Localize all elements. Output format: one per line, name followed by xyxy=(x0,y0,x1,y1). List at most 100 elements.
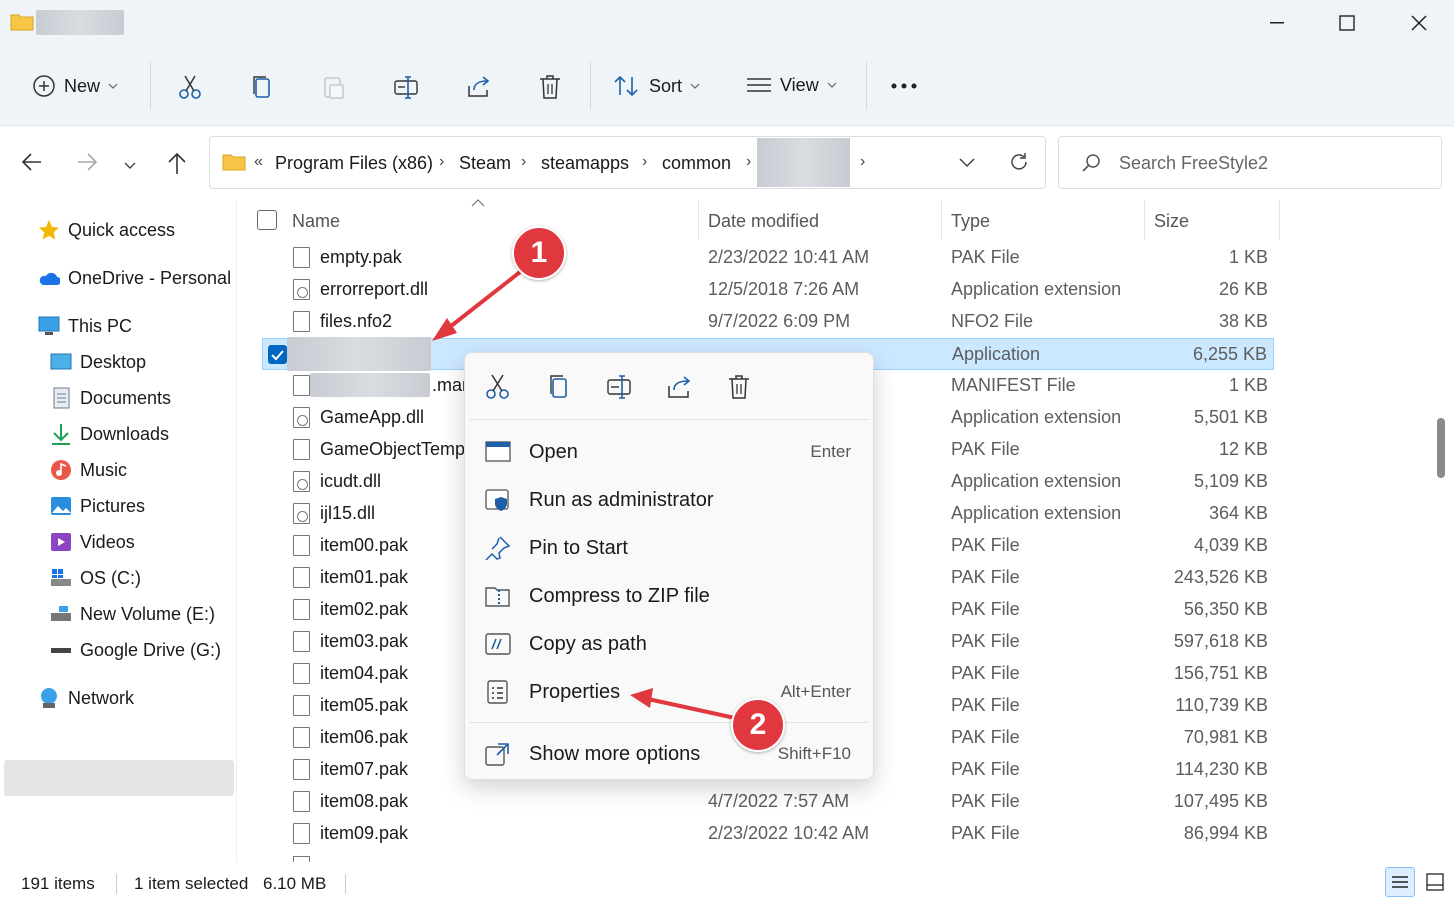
breadcrumb-separator: › xyxy=(746,153,752,170)
file-size: 56,350 KB xyxy=(1183,599,1268,619)
breadcrumb-overflow[interactable]: « xyxy=(254,153,263,171)
cut-button[interactable] xyxy=(178,74,202,100)
breadcrumb-redacted[interactable] xyxy=(757,138,850,187)
breadcrumb-steamapps[interactable]: steamapps xyxy=(541,153,629,174)
nav-music[interactable]: Music xyxy=(50,459,127,481)
menu-item-show-more-options[interactable]: Show more options Shift+F10 xyxy=(485,732,855,776)
menu-delete-button[interactable] xyxy=(727,373,751,406)
sort-button[interactable]: Sort xyxy=(613,74,700,98)
nav-pictures[interactable]: Pictures xyxy=(50,495,145,517)
nav-documents[interactable]: Documents xyxy=(50,387,171,409)
file-icon xyxy=(293,631,310,652)
trash-icon xyxy=(540,75,560,99)
share-button[interactable] xyxy=(466,74,492,100)
nav-new-volume[interactable]: New Volume (E:) xyxy=(50,603,215,625)
table-row[interactable]: item09.pak 2/23/2022 10:42 AM PAK File 86,9… xyxy=(262,818,1274,850)
menu-item-pin-to-start[interactable]: Pin to Start xyxy=(485,526,855,570)
menu-item-compress-zip[interactable]: Compress to ZIP file xyxy=(485,574,855,618)
file-icon xyxy=(293,823,310,844)
command-bar: New Sort View xyxy=(0,46,1454,126)
file-name: item04.pak xyxy=(320,663,409,683)
column-header-name[interactable]: Name xyxy=(292,200,692,240)
vertical-scrollbar[interactable] xyxy=(1435,200,1447,862)
nav-this-pc[interactable]: This PC xyxy=(38,315,132,337)
menu-rename-button[interactable] xyxy=(606,373,634,406)
column-header-size[interactable]: Size xyxy=(1154,200,1274,240)
breadcrumb-program-files[interactable]: Program Files (x86) xyxy=(275,153,433,174)
nav-os-c[interactable]: OS (C:) xyxy=(50,567,141,589)
rename-icon xyxy=(607,375,631,399)
column-divider[interactable] xyxy=(941,200,942,240)
column-divider[interactable] xyxy=(1279,200,1280,240)
more-icon xyxy=(891,83,917,89)
tiles-view-button[interactable] xyxy=(1420,867,1450,897)
up-button[interactable] xyxy=(165,150,189,181)
column-header-date[interactable]: Date modified xyxy=(708,200,933,240)
menu-item-run-as-admin[interactable]: Run as administrator xyxy=(485,478,855,522)
menu-item-open[interactable]: Open Enter xyxy=(485,430,855,474)
star-icon xyxy=(39,220,59,240)
table-row[interactable]: item08.pak 4/7/2022 7:57 AM PAK File 107,49… xyxy=(262,786,1274,818)
file-type: PAK File xyxy=(951,567,1020,587)
back-button[interactable] xyxy=(20,150,44,179)
forward-button[interactable] xyxy=(75,150,99,179)
chevron-down-icon[interactable] xyxy=(958,157,976,169)
nav-onedrive[interactable]: OneDrive - Personal xyxy=(38,267,231,289)
select-all-checkbox[interactable] xyxy=(257,210,277,230)
search-box[interactable]: Search FreeStyle2 xyxy=(1058,136,1442,189)
file-type: PAK File xyxy=(951,599,1020,619)
nav-desktop[interactable]: Desktop xyxy=(50,351,146,373)
column-header-type[interactable]: Type xyxy=(951,200,1136,240)
nav-downloads[interactable]: Downloads xyxy=(50,423,169,445)
nav-quick-access[interactable]: Quick access xyxy=(38,219,175,241)
file-name: errorreport.dll xyxy=(320,279,429,299)
file-type: MANIFEST File xyxy=(951,375,1076,395)
breadcrumb-steam[interactable]: Steam xyxy=(459,153,511,174)
minimize-button[interactable] xyxy=(1242,0,1312,46)
nav-videos[interactable]: Videos xyxy=(50,531,135,553)
table-row[interactable]: empty.pak 2/23/2022 10:41 AM PAK File 1 KB xyxy=(262,242,1274,274)
menu-item-properties[interactable]: Properties Alt+Enter xyxy=(485,670,855,714)
video-icon xyxy=(51,533,71,551)
address-bar[interactable]: « Program Files (x86) › Steam › steamapp… xyxy=(209,136,1046,189)
close-button[interactable] xyxy=(1384,0,1454,46)
drive-icon xyxy=(51,606,71,621)
document-icon xyxy=(53,387,70,409)
file-date-modified: 4/7/2022 7:57 AM xyxy=(708,791,850,811)
details-view-button[interactable] xyxy=(1385,867,1415,897)
menu-cut-button[interactable] xyxy=(485,373,511,406)
arrow-up-icon xyxy=(168,152,186,174)
new-button[interactable]: New xyxy=(32,74,118,98)
menu-item-properties-label: Properties xyxy=(529,680,621,703)
table-row[interactable]: files.nfo2 9/7/2022 6:09 PM NFO2 File 38 KB xyxy=(262,306,1274,338)
breadcrumb-common[interactable]: common xyxy=(662,153,731,174)
menu-item-open-shortcut: Enter xyxy=(810,442,851,461)
drive-windows-icon xyxy=(51,569,71,586)
row-checkbox[interactable] xyxy=(268,345,287,364)
rename-button[interactable] xyxy=(393,74,419,100)
file-name-redacted xyxy=(310,373,430,397)
table-row[interactable]: errorreport.dll 12/5/2018 7:26 AM Applicat… xyxy=(262,274,1274,306)
copy-button[interactable] xyxy=(250,74,274,100)
menu-share-button[interactable] xyxy=(666,373,694,406)
column-divider[interactable] xyxy=(698,200,699,240)
maximize-button[interactable] xyxy=(1312,0,1382,46)
see-more-button[interactable] xyxy=(890,82,918,90)
delete-button[interactable] xyxy=(538,74,562,100)
recent-locations-button[interactable] xyxy=(123,156,137,176)
view-button[interactable]: View xyxy=(746,74,837,96)
refresh-icon[interactable] xyxy=(1008,151,1030,173)
arrow-right-icon xyxy=(78,153,98,171)
menu-item-copy-as-path[interactable]: Copy as path xyxy=(485,622,855,666)
close-icon xyxy=(1411,15,1427,31)
file-size: 26 KB xyxy=(1218,279,1268,299)
paste-button[interactable] xyxy=(322,74,346,100)
nav-google-drive[interactable]: Google Drive (G:) xyxy=(50,639,221,661)
new-label: New xyxy=(64,75,101,96)
scrollbar-thumb[interactable] xyxy=(1437,418,1445,478)
file-date-modified: 2/23/2022 10:42 AM xyxy=(708,823,870,843)
nav-network[interactable]: Network xyxy=(38,687,134,709)
menu-copy-button[interactable] xyxy=(547,373,571,406)
column-divider[interactable] xyxy=(1144,200,1145,240)
file-icon xyxy=(293,439,310,460)
